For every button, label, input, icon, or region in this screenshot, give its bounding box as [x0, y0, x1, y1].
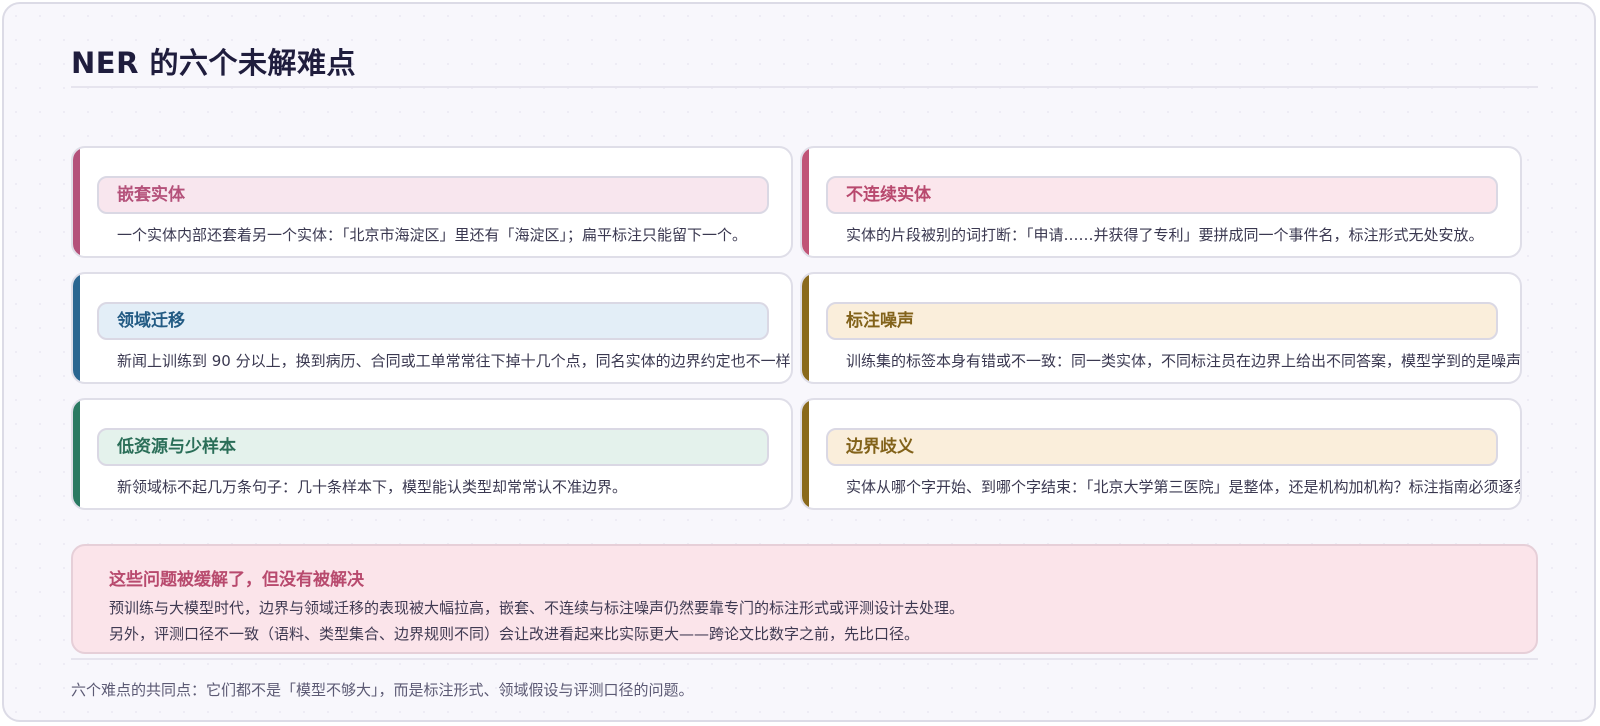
page-title: NER 的六个未解难点: [71, 46, 357, 80]
card-label: 边界歧义: [826, 428, 1498, 466]
slide-panel: NER 的六个未解难点 嵌套实体 一个实体内部还套着另一个实体：「北京市海淀区」…: [2, 2, 1596, 722]
card-nested-entities: 嵌套实体 一个实体内部还套着另一个实体：「北京市海淀区」里还有「海淀区」；扁平标…: [71, 146, 793, 258]
card-label: 低资源与少样本: [97, 428, 769, 466]
card-label: 领域迁移: [97, 302, 769, 340]
footer-caption: 六个难点的共同点：它们都不是「模型不够大」，而是标注形式、领域假设与评测口径的问…: [71, 681, 694, 699]
title-divider: [71, 86, 1538, 88]
card-label: 不连续实体: [826, 176, 1498, 214]
card-description: 实体从哪个字开始、到哪个字结束：「北京大学第三医院」是整体，还是机构加机构？标注…: [846, 478, 1522, 496]
card-label: 嵌套实体: [97, 176, 769, 214]
card-boundary-ambiguity: 边界歧义 实体从哪个字开始、到哪个字结束：「北京大学第三医院」是整体，还是机构加…: [800, 398, 1522, 510]
card-description: 一个实体内部还套着另一个实体：「北京市海淀区」里还有「海淀区」；扁平标注只能留下…: [117, 226, 748, 244]
card-accent-bar: [802, 274, 809, 382]
card-label-noise: 标注噪声 训练集的标签本身有错或不一致：同一类实体，不同标注员在边界上给出不同答…: [800, 272, 1522, 384]
card-accent-bar: [73, 274, 80, 382]
card-accent-bar: [73, 148, 80, 256]
card-description: 新闻上训练到 90 分以上，换到病历、合同或工单常常往下掉十几个点，同名实体的边…: [117, 352, 793, 370]
callout-title: 这些问题被缓解了，但没有被解决: [109, 570, 364, 590]
card-domain-shift: 领域迁移 新闻上训练到 90 分以上，换到病历、合同或工单常常往下掉十几个点，同…: [71, 272, 793, 384]
card-label: 标注噪声: [826, 302, 1498, 340]
callout-line: 预训练与大模型时代，边界与领域迁移的表现被大幅拉高，嵌套、不连续与标注噪声仍然要…: [109, 599, 965, 617]
footer-divider: [71, 658, 1538, 660]
card-description: 实体的片段被别的词打断：「申请……并获得了专利」要拼成同一个事件名，标注形式无处…: [846, 226, 1484, 244]
card-accent-bar: [802, 148, 809, 256]
callout-line: 另外，评测口径不一致（语料、类型集合、边界规则不同）会让改进看起来比实际更大——…: [109, 625, 920, 643]
summary-callout: 这些问题被缓解了，但没有被解决 预训练与大模型时代，边界与领域迁移的表现被大幅拉…: [71, 544, 1538, 654]
card-description: 新领域标不起几万条句子：几十条样本下，模型能认类型却常常认不准边界。: [117, 478, 628, 496]
card-low-resource: 低资源与少样本 新领域标不起几万条句子：几十条样本下，模型能认类型却常常认不准边…: [71, 398, 793, 510]
card-accent-bar: [802, 400, 809, 508]
card-accent-bar: [73, 400, 80, 508]
card-description: 训练集的标签本身有错或不一致：同一类实体，不同标注员在边界上给出不同答案，模型学…: [846, 352, 1522, 370]
card-discontinuous-entities: 不连续实体 实体的片段被别的词打断：「申请……并获得了专利」要拼成同一个事件名，…: [800, 146, 1522, 258]
